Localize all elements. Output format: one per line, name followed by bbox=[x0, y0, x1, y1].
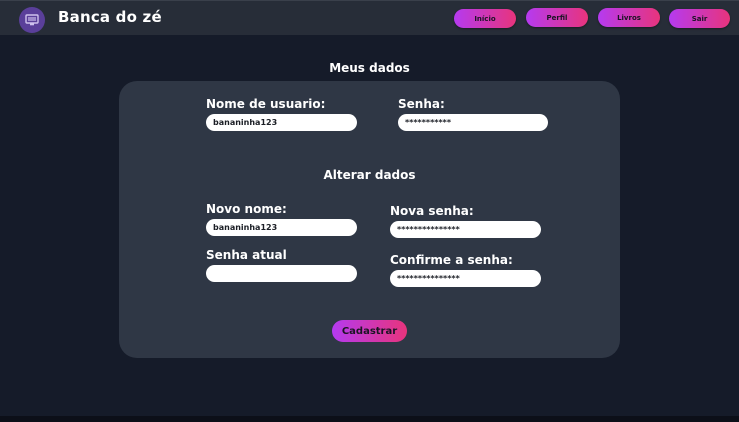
new-password-label: Nova senha: bbox=[390, 204, 474, 218]
password-label: Senha: bbox=[398, 97, 445, 111]
new-name-field[interactable]: bananinha123 bbox=[206, 219, 357, 236]
submit-button[interactable]: Cadastrar bbox=[332, 320, 407, 342]
current-password-field[interactable] bbox=[206, 265, 357, 282]
footer-strip bbox=[0, 416, 739, 422]
monitor-icon bbox=[25, 14, 39, 26]
current-password-label: Senha atual bbox=[206, 248, 287, 262]
password-field[interactable]: *********** bbox=[398, 114, 548, 131]
username-label: Nome de usuario: bbox=[206, 97, 326, 111]
nav-button-inicio[interactable]: Início bbox=[454, 9, 516, 28]
confirm-password-label: Confirme a senha: bbox=[390, 253, 513, 267]
new-password-field[interactable]: *************** bbox=[390, 221, 541, 238]
top-nav-bar: Banca do zé Início Perfil Livros Sair bbox=[0, 0, 739, 35]
page-title: Meus dados bbox=[329, 61, 410, 75]
new-name-label: Novo nome: bbox=[206, 202, 287, 216]
logo[interactable] bbox=[19, 7, 45, 33]
nav-button-perfil[interactable]: Perfil bbox=[526, 8, 588, 27]
app-title: Banca do zé bbox=[58, 8, 162, 26]
nav-button-livros[interactable]: Livros bbox=[598, 8, 660, 27]
username-field[interactable]: bananinha123 bbox=[206, 114, 357, 131]
confirm-password-field[interactable]: *************** bbox=[390, 270, 541, 287]
change-data-title: Alterar dados bbox=[323, 168, 416, 182]
nav-button-sair[interactable]: Sair bbox=[669, 9, 730, 28]
